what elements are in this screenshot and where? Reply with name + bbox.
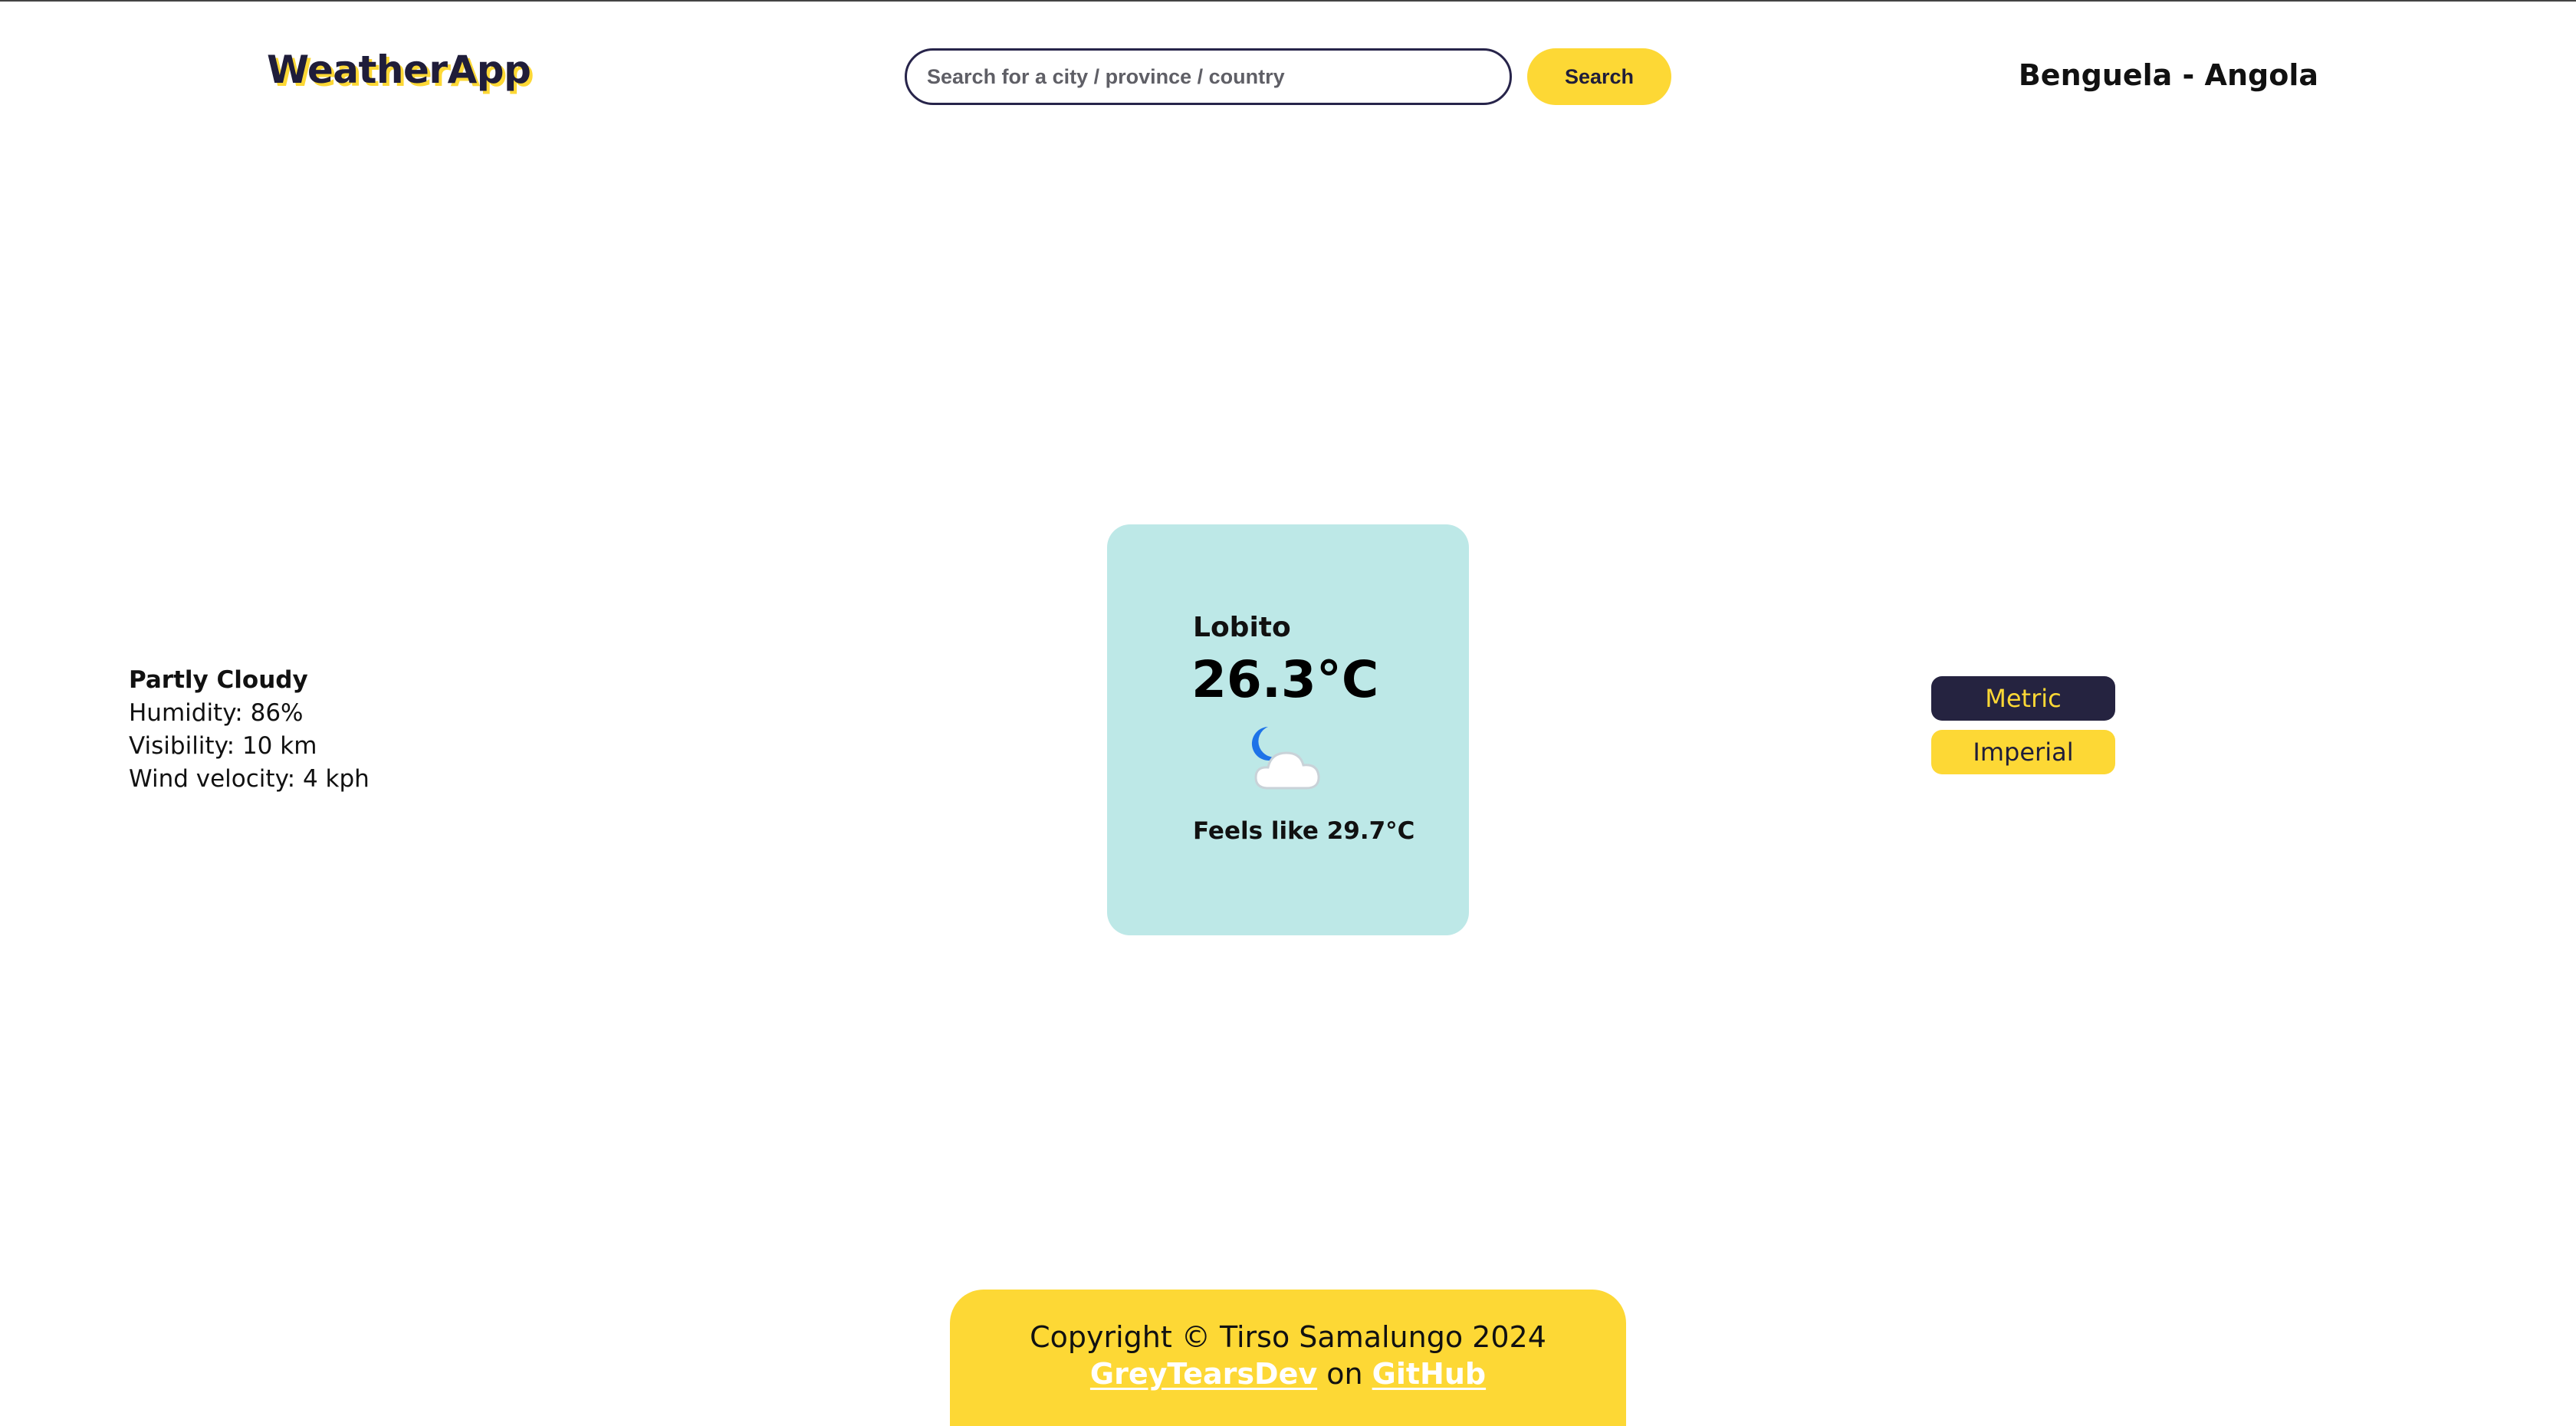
imperial-toggle-button[interactable]: Imperial <box>1931 730 2115 774</box>
metric-toggle-button[interactable]: Metric <box>1931 676 2115 721</box>
humidity-text: Humidity: 86% <box>129 699 304 727</box>
partly-cloudy-night-icon <box>1251 727 1320 790</box>
github-link[interactable]: GitHub <box>1372 1357 1486 1391</box>
footer: Copyright © Tirso Samalungo 2024 GreyTea… <box>950 1290 1626 1426</box>
feels-like-text: Feels like 29.7°C <box>1193 817 1415 845</box>
weather-card: Lobito 26.3°C Feels like 29.7°C <box>1107 524 1469 935</box>
footer-links: GreyTearsDev on GitHub <box>950 1357 1626 1391</box>
app-logo[interactable]: WeatherApp <box>267 48 531 92</box>
card-temperature: 26.3°C <box>1191 650 1379 709</box>
search-button[interactable]: Search <box>1527 48 1671 105</box>
window-top-border <box>0 0 2576 2</box>
condition-text: Partly Cloudy <box>129 666 308 694</box>
visibility-text: Visibility: 10 km <box>129 732 317 760</box>
copyright-text: Copyright © Tirso Samalungo 2024 <box>1030 1320 1546 1354</box>
search-input[interactable] <box>905 48 1512 105</box>
wind-velocity-text: Wind velocity: 4 kph <box>129 765 370 793</box>
author-link[interactable]: GreyTearsDev <box>1090 1357 1317 1391</box>
card-city-name: Lobito <box>1193 612 1291 643</box>
footer-on-text: on <box>1326 1357 1363 1391</box>
weather-details: Partly Cloudy Humidity: 86% Visibility: … <box>129 664 370 796</box>
current-location-title: Benguela - Angola <box>2018 58 2318 92</box>
